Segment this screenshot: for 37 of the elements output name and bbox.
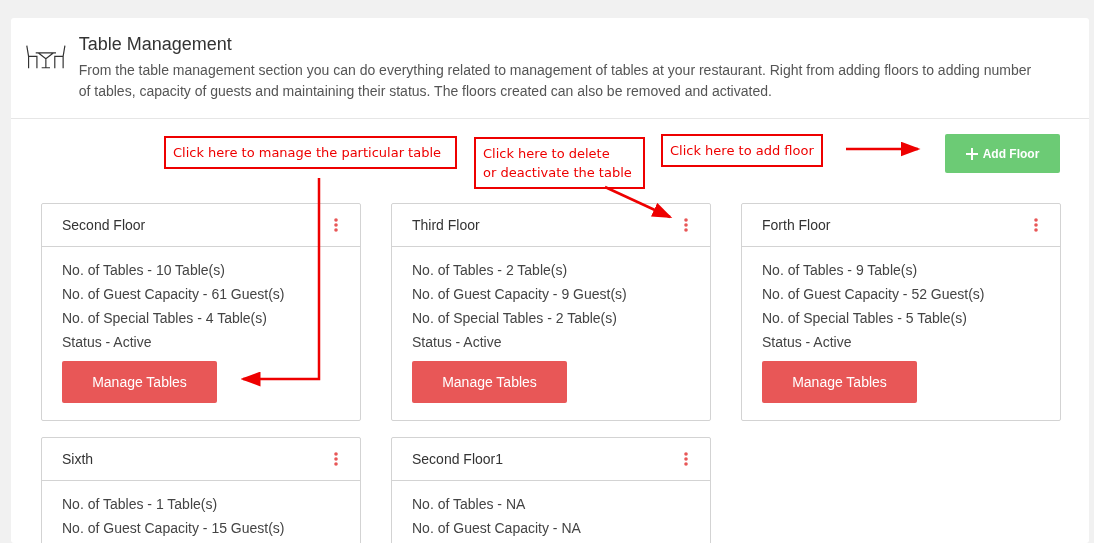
floor-detail: No. of Guest Capacity - 15 Guest(s) <box>62 519 286 537</box>
floor-detail: No. of Guest Capacity - 52 Guest(s) <box>762 285 986 303</box>
annotation-callout: Click here to manage the particular table <box>164 136 457 169</box>
floor-detail: No. of Guest Capacity - NA <box>412 519 582 537</box>
floor-detail: No. of Tables - 2 Table(s) <box>412 261 569 279</box>
floor-detail: No. of Tables - 1 Table(s) <box>62 495 219 513</box>
floor-detail: Status - Active <box>412 333 503 351</box>
more-icon[interactable] <box>1034 218 1038 232</box>
page-title: Table Management <box>78 34 233 55</box>
floor-detail: Status - Active <box>62 333 153 351</box>
manage-tables-button[interactable]: Manage Tables <box>412 361 567 403</box>
floor-name: Sixth <box>62 451 94 467</box>
floor-detail: No. of Tables - NA <box>412 495 527 513</box>
floor-detail: No. of Special Tables - 5 Table(s) <box>762 309 968 327</box>
plus-icon <box>965 147 978 160</box>
floor-name: Second Floor <box>62 217 146 233</box>
floor-name: Third Floor <box>412 217 480 233</box>
floor-detail: No. of Guest Capacity - 9 Guest(s) <box>412 285 628 303</box>
floor-name: Second Floor1 <box>412 451 504 467</box>
floor-detail: No. of Guest Capacity - 61 Guest(s) <box>62 285 286 303</box>
floor-detail: No. of Tables - 10 Table(s) <box>62 261 226 279</box>
floor-detail: No. of Special Tables - 2 Table(s) <box>412 309 618 327</box>
floor-detail: No. of Special Tables - 4 Table(s) <box>62 309 268 327</box>
more-icon[interactable] <box>684 452 688 466</box>
floor-detail: No. of Tables - 9 Table(s) <box>762 261 919 279</box>
annotation-callout: Click here to add floor <box>661 134 823 167</box>
annotation-callout: Click here to delete or deactivate the table <box>474 137 645 189</box>
more-icon[interactable] <box>334 218 338 232</box>
floor-name: Forth Floor <box>762 217 831 233</box>
more-icon[interactable] <box>684 218 688 232</box>
manage-tables-button[interactable]: Manage Tables <box>62 361 217 403</box>
page-description: From the table management section you can do everything related to management of tables at your restaurant. Right from adding floors to adding number of tables, capacity of guests and maintaining their status. The floors created can also be removed and activated. <box>78 61 1033 101</box>
floor-detail: Status - Active <box>762 333 853 351</box>
more-icon[interactable] <box>334 452 338 466</box>
manage-tables-button[interactable]: Manage Tables <box>762 361 917 403</box>
arrow-line <box>604 185 673 219</box>
add-floor-button[interactable]: Add Floor <box>945 134 1060 173</box>
